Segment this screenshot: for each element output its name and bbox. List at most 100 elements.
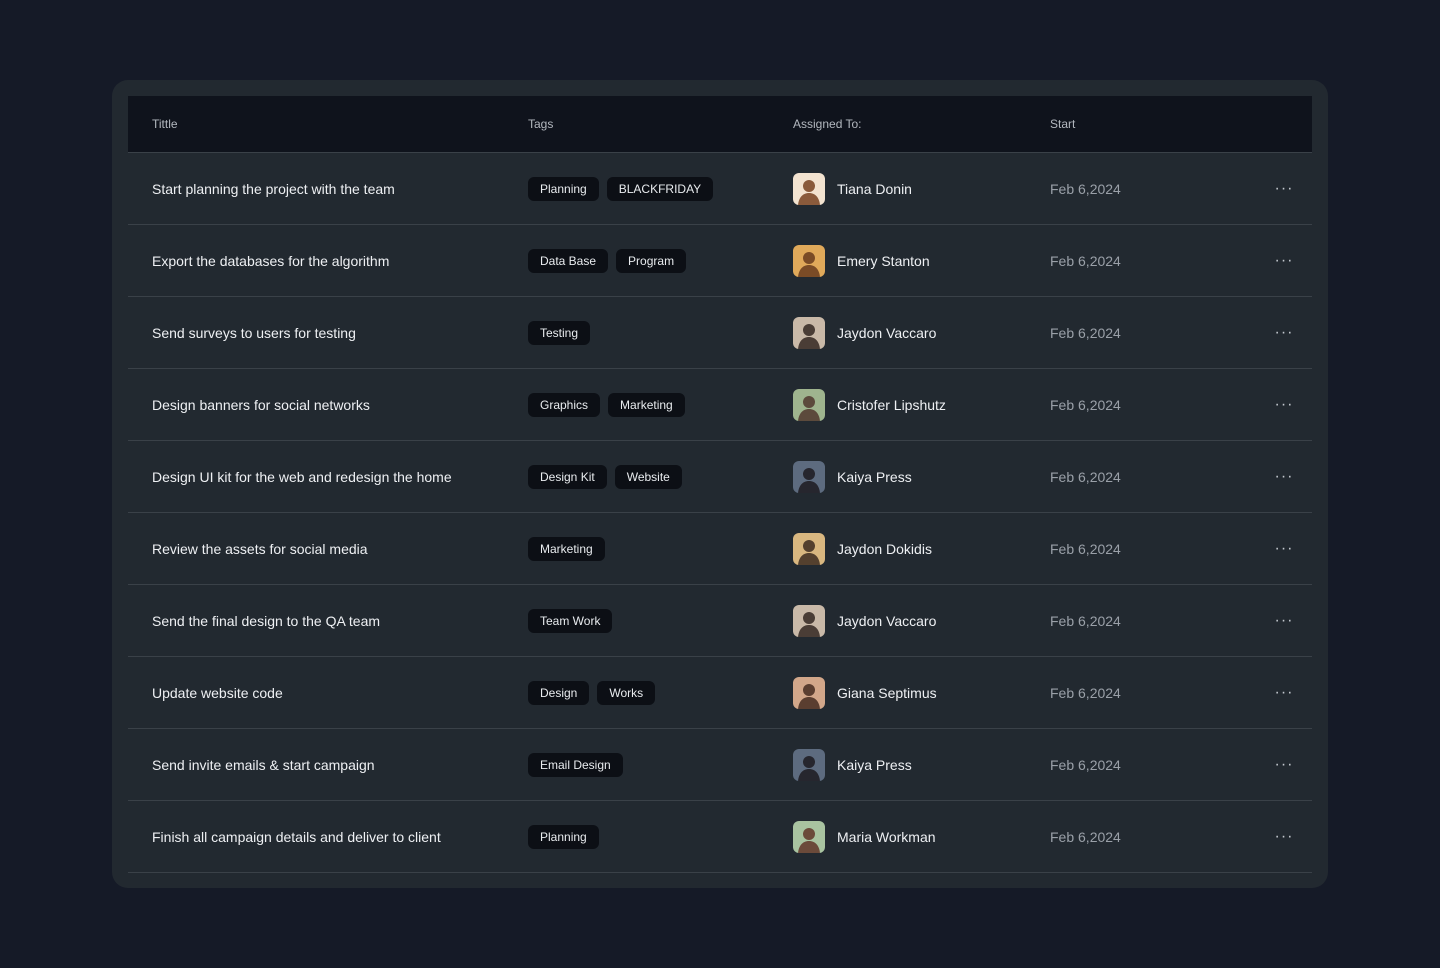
table-row[interactable]: Send surveys to users for testing Testing… <box>128 297 1312 369</box>
assignee-name: Jaydon Vaccaro <box>837 324 937 341</box>
tag-badge[interactable]: Works <box>597 680 656 705</box>
more-horizontal-icon[interactable]: ··· <box>1269 393 1300 417</box>
tag-badge[interactable]: Marketing <box>528 536 605 561</box>
assignee-name: Maria Workman <box>837 828 936 845</box>
task-tags: Graphics Marketing <box>528 369 788 440</box>
start-date: Feb 6,2024 <box>1050 180 1121 197</box>
task-title: Start planning the project with the team <box>152 180 395 197</box>
table-row[interactable]: Send the final design to the QA team Team… <box>128 585 1312 657</box>
task-title: Design UI kit for the web and redesign t… <box>152 468 452 485</box>
tasks-card: Tittle Tags Assigned To: Start Start pla… <box>112 80 1328 888</box>
table-body: Start planning the project with the team… <box>128 153 1312 873</box>
avatar[interactable] <box>793 172 825 205</box>
more-horizontal-icon[interactable]: ··· <box>1269 321 1300 345</box>
table-header: Tittle Tags Assigned To: Start <box>128 96 1312 153</box>
table-row[interactable]: Design UI kit for the web and redesign t… <box>128 441 1312 513</box>
assignee-name: Cristofer Lipshutz <box>837 396 946 413</box>
row-actions: ··· <box>1264 729 1304 800</box>
avatar[interactable] <box>793 388 825 421</box>
tasks-table: Tittle Tags Assigned To: Start Start pla… <box>128 96 1312 873</box>
avatar[interactable] <box>793 676 825 709</box>
table-row[interactable]: Update website code Design Works Giana Sept… <box>128 657 1312 729</box>
avatar[interactable] <box>793 604 825 637</box>
assignee: Giana Septimus <box>793 657 1043 728</box>
assignee-name: Emery Stanton <box>837 252 930 269</box>
more-horizontal-icon[interactable]: ··· <box>1269 537 1300 561</box>
start-date: Feb 6,2024 <box>1050 612 1121 629</box>
task-tags: Planning BLACKFRIDAY <box>528 153 788 224</box>
tag-badge[interactable]: Planning <box>528 824 599 849</box>
start-date: Feb 6,2024 <box>1050 252 1121 269</box>
header-tags[interactable]: Tags <box>528 96 553 152</box>
row-actions: ··· <box>1264 153 1304 224</box>
task-tags: Design Kit Website <box>528 441 788 512</box>
tag-badge[interactable]: Email Design <box>528 752 623 777</box>
table-row[interactable]: Finish all campaign details and deliver … <box>128 801 1312 873</box>
start-date: Feb 6,2024 <box>1050 828 1121 845</box>
tag-badge[interactable]: Team Work <box>528 608 613 633</box>
tag-badge[interactable]: Testing <box>528 320 591 345</box>
avatar[interactable] <box>793 748 825 781</box>
task-title: Send surveys to users for testing <box>152 324 356 341</box>
header-start[interactable]: Start <box>1050 96 1075 152</box>
start-date: Feb 6,2024 <box>1050 396 1121 413</box>
assignee: Kaiya Press <box>793 441 1043 512</box>
table-row[interactable]: Export the databases for the algorithm Da… <box>128 225 1312 297</box>
tag-badge[interactable]: Website <box>614 464 682 489</box>
table-row[interactable]: Review the assets for social media Market… <box>128 513 1312 585</box>
task-tags: Data Base Program <box>528 225 788 296</box>
assignee: Tiana Donin <box>793 153 1043 224</box>
assignee-name: Jaydon Vaccaro <box>837 612 937 629</box>
assignee-name: Giana Septimus <box>837 684 937 701</box>
more-horizontal-icon[interactable]: ··· <box>1269 177 1300 201</box>
more-horizontal-icon[interactable]: ··· <box>1269 249 1300 273</box>
row-actions: ··· <box>1264 225 1304 296</box>
avatar[interactable] <box>793 244 825 277</box>
start-date: Feb 6,2024 <box>1050 324 1121 341</box>
assignee: Kaiya Press <box>793 729 1043 800</box>
row-actions: ··· <box>1264 585 1304 656</box>
table-row[interactable]: Start planning the project with the team… <box>128 153 1312 225</box>
tag-badge[interactable]: Design <box>528 680 590 705</box>
assignee: Maria Workman <box>793 801 1043 872</box>
row-actions: ··· <box>1264 297 1304 368</box>
assignee-name: Kaiya Press <box>837 468 912 485</box>
assignee-name: Jaydon Dokidis <box>837 540 932 557</box>
avatar[interactable] <box>793 460 825 493</box>
task-tags: Team Work <box>528 585 788 656</box>
header-assigned-to[interactable]: Assigned To: <box>793 96 862 152</box>
more-horizontal-icon[interactable]: ··· <box>1269 609 1300 633</box>
assignee-name: Tiana Donin <box>837 180 912 197</box>
tag-badge[interactable]: BLACKFRIDAY <box>606 176 714 201</box>
header-title[interactable]: Tittle <box>152 96 178 152</box>
table-row[interactable]: Send invite emails & start campaign Email… <box>128 729 1312 801</box>
tag-badge[interactable]: Marketing <box>608 392 685 417</box>
avatar[interactable] <box>793 532 825 565</box>
more-horizontal-icon[interactable]: ··· <box>1269 465 1300 489</box>
avatar[interactable] <box>793 316 825 349</box>
more-horizontal-icon[interactable]: ··· <box>1269 753 1300 777</box>
tag-badge[interactable]: Program <box>616 248 687 273</box>
tag-badge[interactable]: Graphics <box>528 392 601 417</box>
row-actions: ··· <box>1264 441 1304 512</box>
row-actions: ··· <box>1264 369 1304 440</box>
tag-badge[interactable]: Design Kit <box>528 464 607 489</box>
row-actions: ··· <box>1264 801 1304 872</box>
task-title: Send the final design to the QA team <box>152 612 381 629</box>
tag-badge[interactable]: Data Base <box>528 248 609 273</box>
row-actions: ··· <box>1264 513 1304 584</box>
assignee: Jaydon Dokidis <box>793 513 1043 584</box>
table-row[interactable]: Design banners for social networks Graphi… <box>128 369 1312 441</box>
start-date: Feb 6,2024 <box>1050 756 1121 773</box>
task-tags: Email Design <box>528 729 788 800</box>
task-tags: Planning <box>528 801 788 872</box>
start-date: Feb 6,2024 <box>1050 540 1121 557</box>
row-actions: ··· <box>1264 657 1304 728</box>
task-title: Finish all campaign details and deliver … <box>152 828 441 845</box>
tag-badge[interactable]: Planning <box>528 176 599 201</box>
avatar[interactable] <box>793 820 825 853</box>
more-horizontal-icon[interactable]: ··· <box>1269 825 1300 849</box>
task-tags: Design Works <box>528 657 788 728</box>
task-title: Send invite emails & start campaign <box>152 756 375 773</box>
more-horizontal-icon[interactable]: ··· <box>1269 681 1300 705</box>
